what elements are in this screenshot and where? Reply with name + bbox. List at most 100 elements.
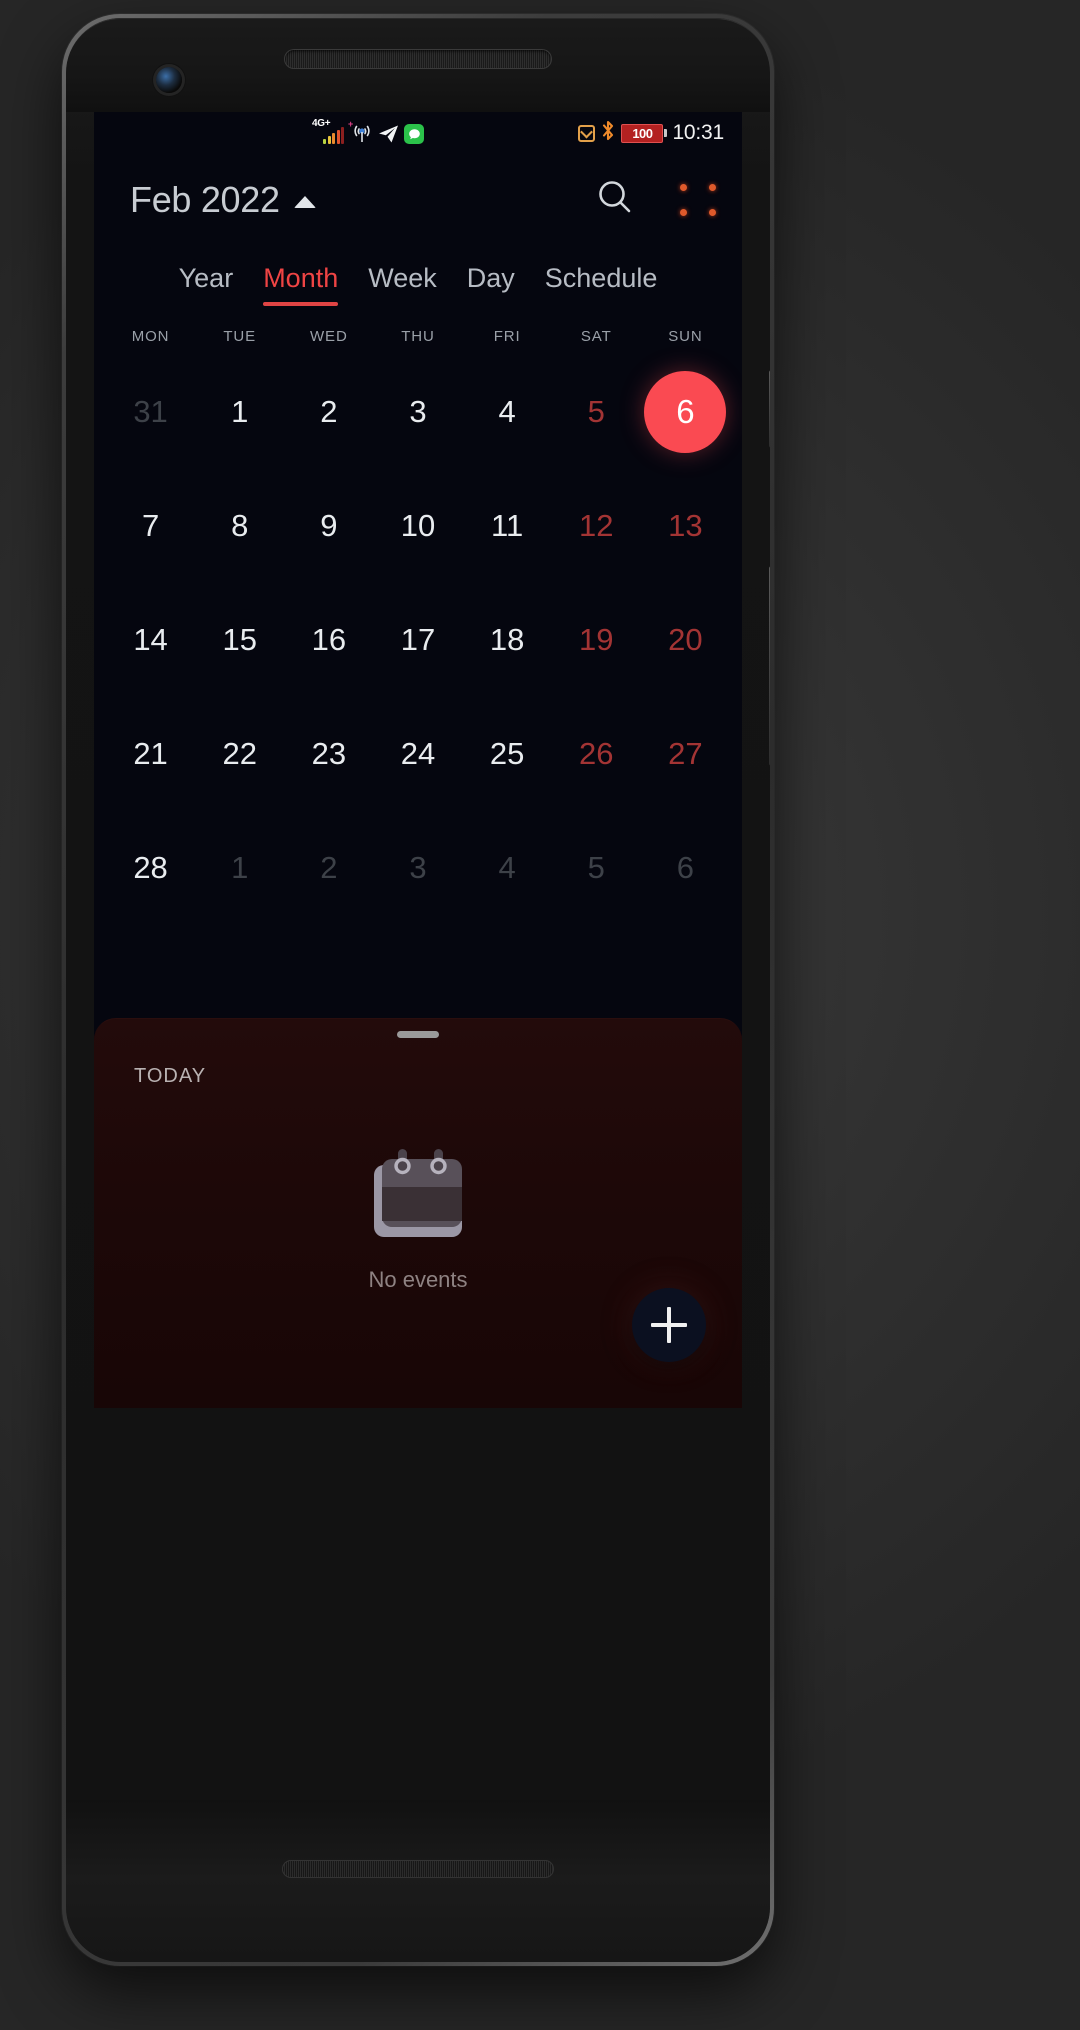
day-number: 27 [668, 736, 703, 771]
day-cell[interactable]: 15 [195, 583, 284, 697]
caret-up-icon [293, 195, 316, 208]
day-number: 5 [587, 394, 605, 429]
day-number: 16 [311, 622, 347, 657]
day-cell[interactable]: 24 [373, 697, 462, 811]
events-bottom-sheet[interactable]: TODAY No events [94, 1018, 742, 1408]
tab-year[interactable]: Year [179, 263, 234, 306]
bluetooth-icon [600, 120, 616, 146]
day-number: 1 [231, 394, 249, 429]
day-cell[interactable]: 1 [195, 811, 284, 925]
phone-device-body: 4G+ + 100 10:31 Feb 2022 Year Month Week… [66, 18, 770, 1962]
weekday-label-fri: FRI [493, 328, 521, 345]
grid-menu-icon[interactable] [680, 183, 716, 216]
day-number: 17 [400, 622, 436, 657]
day-number: 8 [231, 508, 249, 543]
phone-screen: 4G+ + 100 10:31 Feb 2022 Year Month Week… [94, 112, 742, 1408]
day-cell[interactable]: 12 [552, 469, 641, 583]
volume-button[interactable] [769, 566, 770, 766]
weekday-header-row: MON TUE WED THU FRI SAT SUN [94, 328, 742, 345]
battery-percent-label: 100 [632, 125, 653, 141]
day-number: 3 [409, 850, 427, 885]
day-cell[interactable]: 1 [195, 355, 284, 469]
calendar-icon [370, 1149, 466, 1241]
day-cell[interactable]: 31 [106, 355, 195, 469]
telegram-icon [378, 124, 400, 144]
day-cell[interactable]: 13 [641, 469, 730, 583]
day-cell[interactable]: 16 [284, 583, 373, 697]
day-cell[interactable]: 10 [373, 469, 462, 583]
day-cell[interactable]: 4 [463, 811, 552, 925]
screenshot-root: 4G+ + 100 10:31 Feb 2022 Year Month Week… [0, 0, 1080, 2030]
day-number: 12 [579, 508, 614, 543]
tab-month[interactable]: Month [263, 263, 339, 306]
earpiece-speaker [284, 49, 552, 69]
day-number: 2 [320, 850, 338, 885]
day-cell[interactable]: 6 [641, 355, 730, 469]
day-cell[interactable]: 9 [284, 469, 373, 583]
day-number: 7 [141, 508, 160, 543]
day-cell[interactable]: 2 [284, 355, 373, 469]
tab-day[interactable]: Day [467, 263, 515, 306]
today-section-label: TODAY [134, 1065, 207, 1087]
day-number-today: 6 [644, 371, 727, 453]
day-number: 10 [400, 508, 436, 543]
day-number: 1 [231, 850, 249, 885]
day-number: 23 [311, 736, 347, 771]
day-cell[interactable]: 14 [106, 583, 195, 697]
day-number: 14 [133, 622, 168, 657]
power-button[interactable] [769, 370, 770, 448]
front-camera [156, 67, 182, 93]
day-cell[interactable]: 8 [195, 469, 284, 583]
day-cell[interactable]: 18 [463, 583, 552, 697]
day-cell[interactable]: 11 [463, 469, 552, 583]
header-actions [594, 176, 716, 223]
day-cell[interactable]: 17 [373, 583, 462, 697]
day-cell[interactable]: 5 [552, 811, 641, 925]
day-cell[interactable]: 20 [641, 583, 730, 697]
day-cell[interactable]: 3 [373, 355, 462, 469]
day-number: 25 [489, 736, 525, 771]
day-cell[interactable]: 26 [552, 697, 641, 811]
day-cell[interactable]: 27 [641, 697, 730, 811]
month-year-selector[interactable]: Feb 2022 [130, 179, 316, 221]
day-number: 2 [320, 394, 338, 429]
day-cell[interactable]: 21 [106, 697, 195, 811]
signal-bar-group [323, 127, 344, 144]
tab-label: Year [178, 263, 234, 293]
day-cell[interactable]: 19 [552, 583, 641, 697]
day-cell[interactable]: 23 [284, 697, 373, 811]
day-cell[interactable]: 7 [106, 469, 195, 583]
day-number: 24 [400, 736, 436, 771]
status-bar-right-icons: 100 10:31 [578, 120, 724, 146]
bottom-speaker [282, 1860, 554, 1878]
month-grid: 31 1 2 3 4 5 6 7 8 9 10 11 12 13 14 15 16 17 18 19 20 21 22 23 2… [94, 355, 742, 925]
day-cell[interactable]: 6 [641, 811, 730, 925]
day-number: 28 [133, 850, 168, 885]
dnd-icon [578, 124, 596, 142]
phone-bottom-bezel [66, 1800, 770, 1962]
day-cell[interactable]: 4 [463, 355, 552, 469]
day-cell[interactable]: 28 [106, 811, 195, 925]
tab-label: Day [466, 263, 515, 293]
weekday-label-wed: WED [310, 328, 348, 345]
day-cell[interactable]: 3 [373, 811, 462, 925]
tab-label: Week [368, 263, 437, 293]
day-number: 19 [579, 622, 614, 657]
tab-week[interactable]: Week [368, 263, 437, 306]
battery-level-fill: 100 [621, 123, 664, 143]
message-icon [404, 124, 424, 144]
sheet-drag-handle[interactable] [397, 1031, 439, 1038]
tab-label: Schedule [544, 263, 658, 293]
add-event-fab[interactable] [632, 1288, 706, 1362]
tab-label: Month [263, 263, 339, 293]
day-number: 18 [489, 622, 525, 657]
day-cell[interactable]: 5 [552, 355, 641, 469]
day-number: 11 [491, 508, 524, 543]
day-cell[interactable]: 22 [195, 697, 284, 811]
weekday-label-thu: THU [401, 328, 435, 345]
tab-schedule[interactable]: Schedule [545, 263, 658, 306]
day-cell[interactable]: 25 [463, 697, 552, 811]
day-cell[interactable]: 2 [284, 811, 373, 925]
sim2-badge: + [348, 119, 354, 129]
search-icon[interactable] [594, 176, 636, 223]
